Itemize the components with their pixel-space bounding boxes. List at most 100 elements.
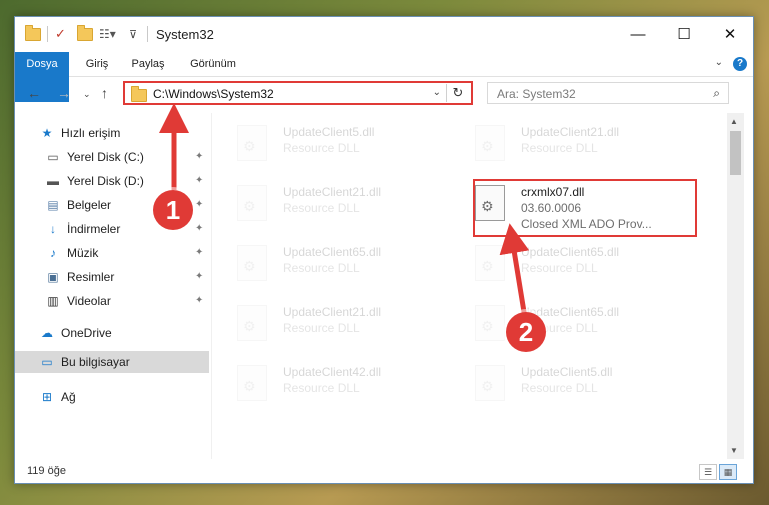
pin-icon[interactable]: ✦ xyxy=(195,247,203,258)
search-placeholder: Ara: System32 xyxy=(497,87,576,101)
list-item[interactable]: UpdateClient21.dll Resource DLL xyxy=(451,119,671,169)
file-name: UpdateClient21.dll xyxy=(283,185,382,199)
minimize-button[interactable]: — xyxy=(615,17,661,51)
forward-icon[interactable]: → xyxy=(57,85,71,101)
list-item[interactable]: UpdateClient65.dll Resource DLL xyxy=(451,299,671,349)
selection-highlight xyxy=(473,179,697,237)
list-item[interactable]: UpdateClient65.dll Resource DLL xyxy=(213,239,433,289)
item-count: 119 öğe xyxy=(27,465,66,477)
drive-icon: ▬ xyxy=(47,174,59,188)
pin-icon[interactable]: ✦ xyxy=(195,151,203,162)
list-item[interactable]: UpdateClient5.dll Resource DLL xyxy=(213,119,433,169)
address-path[interactable]: C:\Windows\System32 xyxy=(153,87,274,101)
expand-ribbon-icon[interactable]: ⌄ xyxy=(715,57,723,68)
document-icon: ▤ xyxy=(47,198,59,212)
ribbon: Dosya Giriş Paylaş Görünüm ⌄ ? xyxy=(15,52,753,102)
file-name: UpdateClient65.dll xyxy=(521,245,620,259)
pin-icon[interactable]: ✦ xyxy=(195,175,203,186)
dll-file-icon xyxy=(237,245,267,281)
sidebar-item-quick-access[interactable]: ★ Hızlı erişim xyxy=(39,123,121,143)
sidebar-item-onedrive[interactable]: ☁ OneDrive xyxy=(39,323,112,343)
sidebar-item-music[interactable]: ♪ Müzik xyxy=(45,243,98,263)
pin-icon[interactable]: ✦ xyxy=(195,223,203,234)
sidebar-item-documents[interactable]: ▤ Belgeler xyxy=(45,195,111,215)
help-icon[interactable]: ? xyxy=(733,57,747,71)
status-bar: 119 öğe ☰ ▦ xyxy=(15,461,753,483)
tab-share[interactable]: Paylaş xyxy=(123,52,173,76)
sidebar-item-label: Yerel Disk (D:) xyxy=(67,174,144,188)
tab-home[interactable]: Giriş xyxy=(77,52,117,76)
folder-icon xyxy=(25,24,41,43)
divider xyxy=(147,26,148,42)
sidebar-item-this-pc[interactable]: ▭ Bu bilgisayar xyxy=(39,352,130,372)
pictures-icon: ▣ xyxy=(47,270,59,284)
properties-icon[interactable]: ✓ xyxy=(55,25,66,43)
video-icon: ▥ xyxy=(47,294,59,308)
scrollbar-thumb[interactable] xyxy=(730,131,741,175)
network-icon: ⊞ xyxy=(41,390,53,404)
sidebar-item-disk-c[interactable]: ▭ Yerel Disk (C:) xyxy=(45,147,144,167)
new-folder-icon[interactable] xyxy=(77,24,93,43)
search-input[interactable]: Ara: System32 ⌕ xyxy=(487,82,729,104)
file-description: Resource DLL xyxy=(283,141,360,155)
list-item[interactable]: UpdateClient5.dll Resource DLL xyxy=(451,359,671,409)
details-view-icon[interactable]: ☰ xyxy=(699,464,717,480)
pin-icon[interactable]: ✦ xyxy=(195,295,203,306)
vertical-scrollbar[interactable]: ▲ ▼ xyxy=(727,113,744,459)
list-item[interactable]: UpdateClient21.dll Resource DLL xyxy=(213,299,433,349)
file-name: UpdateClient5.dll xyxy=(283,125,375,139)
maximize-button[interactable]: ☐ xyxy=(661,17,707,51)
list-item[interactable]: UpdateClient65.dll Resource DLL xyxy=(451,239,671,289)
up-icon[interactable]: ↑ xyxy=(101,85,108,101)
address-bar[interactable]: C:\Windows\System32 ⌄ ↻ xyxy=(123,81,473,105)
dll-file-icon xyxy=(237,305,267,341)
dll-file-icon xyxy=(475,365,505,401)
sidebar-item-label: Bu bilgisayar xyxy=(61,355,130,369)
file-name: UpdateClient5.dll xyxy=(521,365,613,379)
qa-dropdown-icon[interactable]: ⊽ xyxy=(129,25,137,43)
file-description: Resource DLL xyxy=(521,141,598,155)
star-icon: ★ xyxy=(41,126,53,140)
file-description: Resource DLL xyxy=(283,381,360,395)
dll-file-icon xyxy=(237,185,267,221)
sidebar-item-videos[interactable]: ▥ Videolar xyxy=(45,291,110,311)
file-name: UpdateClient65.dll xyxy=(283,245,382,259)
sidebar-item-disk-d[interactable]: ▬ Yerel Disk (D:) xyxy=(45,171,144,191)
pin-icon[interactable]: ✦ xyxy=(195,199,203,210)
recent-dropdown-icon[interactable]: ⌄ xyxy=(83,89,91,100)
scroll-down-icon[interactable]: ▼ xyxy=(730,446,738,455)
sidebar-item-downloads[interactable]: ↓ İndirmeler xyxy=(45,219,120,239)
sidebar-item-network[interactable]: ⊞ Ağ xyxy=(39,387,76,407)
file-description: Resource DLL xyxy=(521,381,598,395)
sidebar-item-pictures[interactable]: ▣ Resimler xyxy=(45,267,114,287)
list-item[interactable]: UpdateClient21.dll Resource DLL xyxy=(213,179,433,229)
file-name: UpdateClient21.dll xyxy=(283,305,382,319)
dll-file-icon xyxy=(237,365,267,401)
tab-view[interactable]: Görünüm xyxy=(183,52,243,76)
navigation-pane: ★ Hızlı erişim ▭ Yerel Disk (C:) ✦ ▬ Yer… xyxy=(15,113,211,459)
sidebar-item-label: Hızlı erişim xyxy=(61,126,121,140)
divider xyxy=(47,26,48,42)
address-dropdown-icon[interactable]: ⌄ xyxy=(433,87,441,98)
sidebar-item-label: OneDrive xyxy=(61,326,112,340)
dll-file-icon xyxy=(237,125,267,161)
pin-icon[interactable]: ✦ xyxy=(195,271,203,282)
list-item[interactable]: UpdateClient42.dll Resource DLL xyxy=(213,359,433,409)
customize-icon[interactable]: ☷▾ xyxy=(99,25,116,43)
back-icon[interactable]: ← xyxy=(27,85,41,101)
title-bar: ✓ ☷▾ ⊽ System32 — ☐ ✕ xyxy=(15,17,753,51)
file-description: Resource DLL xyxy=(283,201,360,215)
file-description: Resource DLL xyxy=(283,321,360,335)
refresh-button[interactable]: ↻ xyxy=(446,84,469,102)
tiles-view-icon[interactable]: ▦ xyxy=(719,464,737,480)
scroll-up-icon[interactable]: ▲ xyxy=(730,117,738,126)
computer-icon: ▭ xyxy=(41,355,53,369)
dll-file-icon xyxy=(475,305,505,341)
sidebar-item-label: Belgeler xyxy=(67,198,112,212)
sidebar-item-label: Müzik xyxy=(67,246,99,260)
file-name: UpdateClient42.dll xyxy=(283,365,382,379)
search-icon[interactable]: ⌕ xyxy=(713,86,720,101)
dll-file-icon xyxy=(475,245,505,281)
close-button[interactable]: ✕ xyxy=(707,17,753,51)
step-2-badge: 2 xyxy=(506,312,546,352)
